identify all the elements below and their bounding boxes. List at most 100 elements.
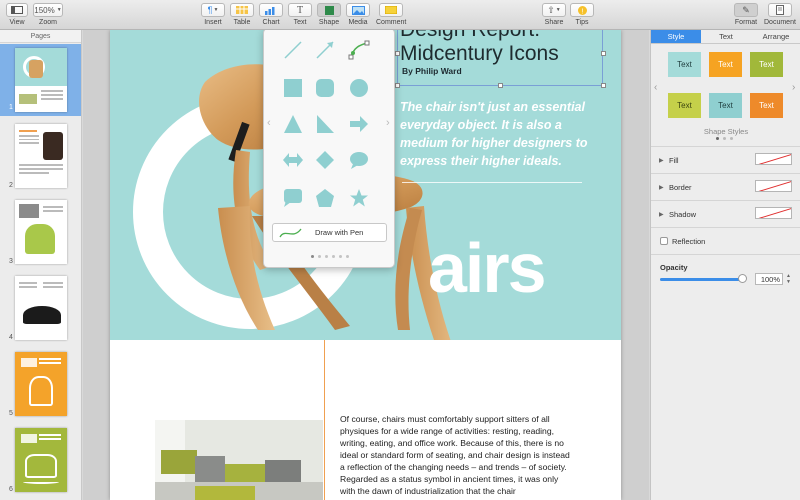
svg-text:!: ! xyxy=(581,8,583,15)
shadow-color-well[interactable] xyxy=(755,207,792,219)
border-color-well[interactable] xyxy=(755,180,792,192)
reflection-checkbox[interactable] xyxy=(660,237,668,245)
opacity-input[interactable]: 100% xyxy=(755,273,783,285)
pull-quote[interactable]: The chair isn't just an essential everyd… xyxy=(400,98,600,170)
page-thumbnail[interactable]: 1 xyxy=(0,44,81,116)
star-icon[interactable] xyxy=(348,187,370,209)
media-button[interactable]: Media xyxy=(346,3,370,26)
fill-color-well[interactable] xyxy=(755,153,792,165)
callout-square-icon[interactable] xyxy=(282,187,304,209)
rounded-square-icon[interactable] xyxy=(314,77,336,99)
reflection-section[interactable]: Reflection xyxy=(651,227,800,254)
line-icon[interactable] xyxy=(282,39,304,61)
triangle-icon[interactable] xyxy=(282,113,304,135)
tips-button[interactable]: ! Tips xyxy=(570,3,594,26)
view-button[interactable]: View xyxy=(6,3,28,26)
page-dot[interactable] xyxy=(332,255,335,258)
tab-style[interactable]: Style xyxy=(651,30,701,43)
paintbrush-icon: ✎ xyxy=(742,4,750,15)
disclosure-triangle-icon[interactable]: ▶ xyxy=(659,184,664,191)
selection-handle[interactable] xyxy=(395,83,400,88)
page-dot[interactable] xyxy=(311,255,314,258)
shape-style-swatch[interactable]: Text xyxy=(668,52,701,77)
byline[interactable]: By Philip Ward xyxy=(402,66,462,76)
table-button[interactable]: Table xyxy=(230,3,254,26)
popover-page-dots xyxy=(264,255,396,258)
comment-button[interactable]: Comment xyxy=(376,3,406,26)
selection-handle[interactable] xyxy=(601,83,606,88)
format-label: Format xyxy=(734,19,758,26)
selection-handle[interactable] xyxy=(498,83,503,88)
page-dot[interactable] xyxy=(318,255,321,258)
insert-button[interactable]: ¶ ▼ Insert xyxy=(201,3,225,26)
page-thumbnail[interactable]: 5 xyxy=(0,348,81,420)
page-dot[interactable] xyxy=(325,255,328,258)
document-button[interactable]: Document xyxy=(764,3,796,26)
chevron-right-icon[interactable]: › xyxy=(386,117,390,129)
shape-style-swatch[interactable]: Text xyxy=(709,52,742,77)
chevron-right-icon[interactable]: › xyxy=(792,82,795,93)
shape-picker-popover: ‹ › Draw with Pen xyxy=(263,30,395,268)
divider xyxy=(651,254,800,255)
headline-word[interactable]: airs xyxy=(428,228,547,308)
right-triangle-icon[interactable] xyxy=(314,113,336,135)
comment-label: Comment xyxy=(376,19,407,26)
table-icon xyxy=(236,6,248,14)
shape-style-swatch[interactable]: Text xyxy=(668,93,701,118)
page-number: 6 xyxy=(9,486,13,493)
thumbnail-image xyxy=(15,48,67,112)
border-section[interactable]: ▶ Border xyxy=(651,173,800,200)
shape-style-swatch[interactable]: Text xyxy=(709,93,742,118)
fill-section[interactable]: ▶ Fill xyxy=(651,146,800,173)
format-button[interactable]: ✎ Format xyxy=(734,3,758,26)
text-button[interactable]: T Text xyxy=(288,3,312,26)
circle-icon[interactable] xyxy=(348,77,370,99)
opacity-stepper[interactable]: ▲ ▼ xyxy=(785,273,792,285)
share-button[interactable]: ⇧ ▼ Share xyxy=(542,3,566,26)
page-dot[interactable] xyxy=(339,255,342,258)
pentagon-icon[interactable] xyxy=(314,187,336,209)
speech-bubble-icon[interactable] xyxy=(348,149,370,171)
page-thumbnail[interactable]: 2 xyxy=(0,120,81,192)
disclosure-triangle-icon[interactable]: ▶ xyxy=(659,157,664,164)
draw-with-pen-button[interactable]: Draw with Pen xyxy=(272,223,387,242)
zoom-value: 150% xyxy=(34,5,55,15)
opacity-slider-knob[interactable] xyxy=(738,274,747,283)
diamond-icon[interactable] xyxy=(314,149,336,171)
shadow-section[interactable]: ▶ Shadow xyxy=(651,200,800,227)
page-dot[interactable] xyxy=(346,255,349,258)
disclosure-triangle-icon[interactable]: ▶ xyxy=(659,211,664,218)
body-paragraph[interactable]: Of course, chairs must comfortably suppo… xyxy=(340,413,575,497)
tab-text[interactable]: Text xyxy=(701,30,751,43)
double-arrow-icon[interactable] xyxy=(282,149,304,171)
page-dot[interactable] xyxy=(730,137,733,140)
quote-divider xyxy=(402,182,582,183)
document-canvas[interactable]: Design Report: Midcentury Icons By Phili… xyxy=(83,30,649,500)
page-thumbnail[interactable]: 4 xyxy=(0,272,81,344)
opacity-slider[interactable] xyxy=(660,274,747,283)
curve-line-icon[interactable] xyxy=(348,39,370,61)
chart-button[interactable]: Chart xyxy=(259,3,283,26)
arrow-right-icon[interactable] xyxy=(348,113,370,135)
page-dot[interactable] xyxy=(723,137,726,140)
page-number: 1 xyxy=(9,104,13,111)
page-number: 2 xyxy=(9,182,13,189)
arrow-line-icon[interactable] xyxy=(314,39,336,61)
insert-label: Insert xyxy=(204,19,222,26)
page-thumbnail[interactable]: 3 xyxy=(0,196,81,268)
page-thumbnail[interactable]: 6 xyxy=(0,424,81,496)
square-icon[interactable] xyxy=(282,77,304,99)
column-divider xyxy=(324,340,325,500)
chevron-left-icon[interactable]: ‹ xyxy=(267,117,271,129)
chevron-left-icon[interactable]: ‹ xyxy=(654,82,657,93)
zoom-dropdown[interactable]: 150% ▼ Zoom xyxy=(33,3,63,26)
chevron-down-icon: ▼ xyxy=(555,7,561,13)
page-dot[interactable] xyxy=(716,137,719,140)
shape-style-swatch[interactable]: Text xyxy=(750,93,783,118)
shape-style-swatch[interactable]: Text xyxy=(750,52,783,77)
shape-button[interactable]: Shape xyxy=(317,3,341,26)
document-title[interactable]: Design Report: Midcentury Icons xyxy=(400,30,614,66)
page-number: 4 xyxy=(9,334,13,341)
shape-icon xyxy=(324,5,334,15)
tab-arrange[interactable]: Arrange xyxy=(751,30,800,43)
